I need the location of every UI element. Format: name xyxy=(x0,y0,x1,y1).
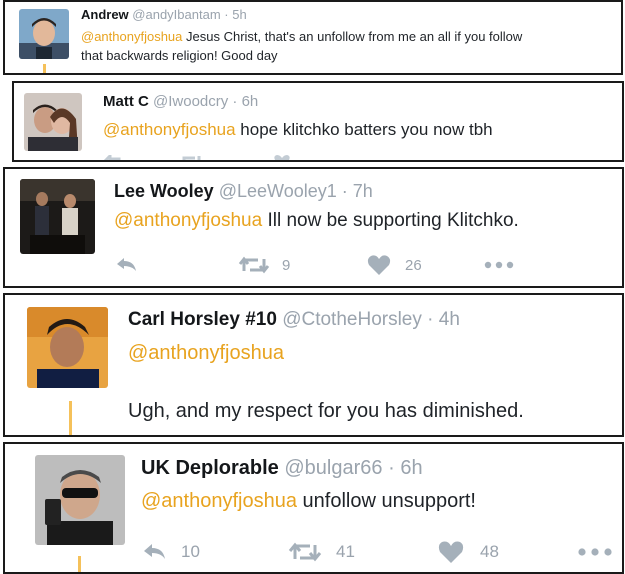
retweet-button[interactable]: 41 xyxy=(288,542,438,562)
tweet-text: @anthonyfjoshua Ugh, and my respect for … xyxy=(128,342,524,422)
tweet-header: Andrew @andyIbantam · 5h xyxy=(81,7,247,22)
tweet-text: @anthonyfjoshua Jesus Christ, that's an … xyxy=(81,27,522,65)
mention-link[interactable]: @anthonyfjoshua xyxy=(103,120,236,139)
tweet-text: @anthonyfjoshua Ill now be supporting Kl… xyxy=(114,210,519,231)
handle[interactable]: @LeeWooley1 xyxy=(219,181,337,201)
action-bar-partial xyxy=(103,155,291,162)
avatar[interactable] xyxy=(24,93,82,151)
more-button[interactable] xyxy=(484,261,514,269)
tweet-text: @anthonyfjoshua unfollow unsupport! xyxy=(141,490,476,512)
timestamp[interactable]: 6h xyxy=(400,457,422,479)
tweet-card-lee: Lee Wooley @LeeWooley1 · 7h @anthonyfjos… xyxy=(3,167,624,288)
action-bar: 10 41 48 xyxy=(141,541,612,563)
like-count: 48 xyxy=(480,542,499,561)
display-name[interactable]: Carl Horsley #10 xyxy=(128,309,277,330)
retweet-count: 41 xyxy=(336,542,355,561)
display-name[interactable]: Andrew xyxy=(81,7,129,22)
thread-line xyxy=(78,556,81,572)
tweet-card-andrew: Andrew @andyIbantam · 5h @anthonyfjoshua… xyxy=(3,0,623,75)
mention-link[interactable]: @anthonyfjoshua xyxy=(141,490,297,512)
reply-icon xyxy=(117,258,136,271)
handle[interactable]: @Iwoodcry xyxy=(153,93,228,110)
avatar[interactable] xyxy=(19,9,69,59)
reply-button[interactable] xyxy=(114,256,238,274)
timestamp[interactable]: 5h xyxy=(232,7,246,22)
display-name[interactable]: UK Deplorable xyxy=(141,457,279,479)
like-button[interactable]: 26 xyxy=(367,255,484,275)
reply-button[interactable]: 10 xyxy=(141,542,288,562)
tweet-text: @anthonyfjoshua hope klitchko batters yo… xyxy=(103,120,493,139)
avatar[interactable] xyxy=(20,179,95,254)
tweet-text-line2: that backwards religion! Good day xyxy=(81,48,278,63)
retweet-count: 9 xyxy=(282,256,291,274)
like-count: 26 xyxy=(405,256,422,274)
separator: · xyxy=(427,309,434,330)
reply-icon[interactable] xyxy=(103,155,121,162)
retweet-icon[interactable] xyxy=(181,155,203,162)
tweet-text-line1: Jesus Christ, that's an unfollow from me… xyxy=(182,29,523,44)
timestamp[interactable]: 7h xyxy=(353,181,373,201)
tweet-header: Carl Horsley #10 @CtotheHorsley · 4h xyxy=(128,309,460,331)
display-name[interactable]: Lee Wooley xyxy=(114,181,214,201)
separator: · xyxy=(232,93,238,110)
reply-count: 10 xyxy=(181,542,200,561)
mention-link[interactable]: @anthonyfjoshua xyxy=(81,29,182,44)
thread-line xyxy=(43,64,46,73)
more-icon xyxy=(484,261,514,269)
tweet-card-carl: Carl Horsley #10 @CtotheHorsley · 4h @an… xyxy=(3,293,624,437)
tweet-card-matt: Matt C @Iwoodcry · 6h @anthonyfjoshua ho… xyxy=(12,81,624,162)
avatar[interactable] xyxy=(35,455,125,545)
separator: · xyxy=(224,7,229,22)
separator: · xyxy=(388,457,395,479)
timestamp[interactable]: 4h xyxy=(439,309,460,330)
avatar[interactable] xyxy=(27,307,108,388)
mention-link[interactable]: @anthonyfjoshua xyxy=(114,210,262,231)
retweet-icon xyxy=(288,542,322,562)
like-button[interactable]: 48 xyxy=(438,541,578,563)
action-bar: 9 26 xyxy=(114,255,514,275)
tweet-header: Lee Wooley @LeeWooley1 · 7h xyxy=(114,181,373,202)
tweet-header: UK Deplorable @bulgar66 · 6h xyxy=(141,457,423,480)
handle[interactable]: @andyIbantam xyxy=(132,7,220,22)
reply-icon xyxy=(144,544,165,559)
handle[interactable]: @CtotheHorsley xyxy=(282,309,422,330)
more-button[interactable] xyxy=(578,548,612,556)
timestamp[interactable]: 6h xyxy=(242,93,259,110)
handle[interactable]: @bulgar66 xyxy=(284,457,382,479)
retweet-button[interactable]: 9 xyxy=(238,256,367,274)
tweet-header: Matt C @Iwoodcry · 6h xyxy=(103,93,258,110)
mention-link[interactable]: @anthonyfjoshua xyxy=(128,342,284,364)
display-name[interactable]: Matt C xyxy=(103,93,149,110)
thread-line xyxy=(69,401,72,435)
like-icon xyxy=(438,541,464,563)
more-icon xyxy=(578,548,612,556)
tweet-card-uk-deplorable: UK Deplorable @bulgar66 · 6h @anthonyfjo… xyxy=(3,442,624,574)
like-icon[interactable] xyxy=(273,155,291,162)
like-icon xyxy=(367,255,391,275)
retweet-icon xyxy=(238,256,270,274)
separator: · xyxy=(341,181,348,201)
